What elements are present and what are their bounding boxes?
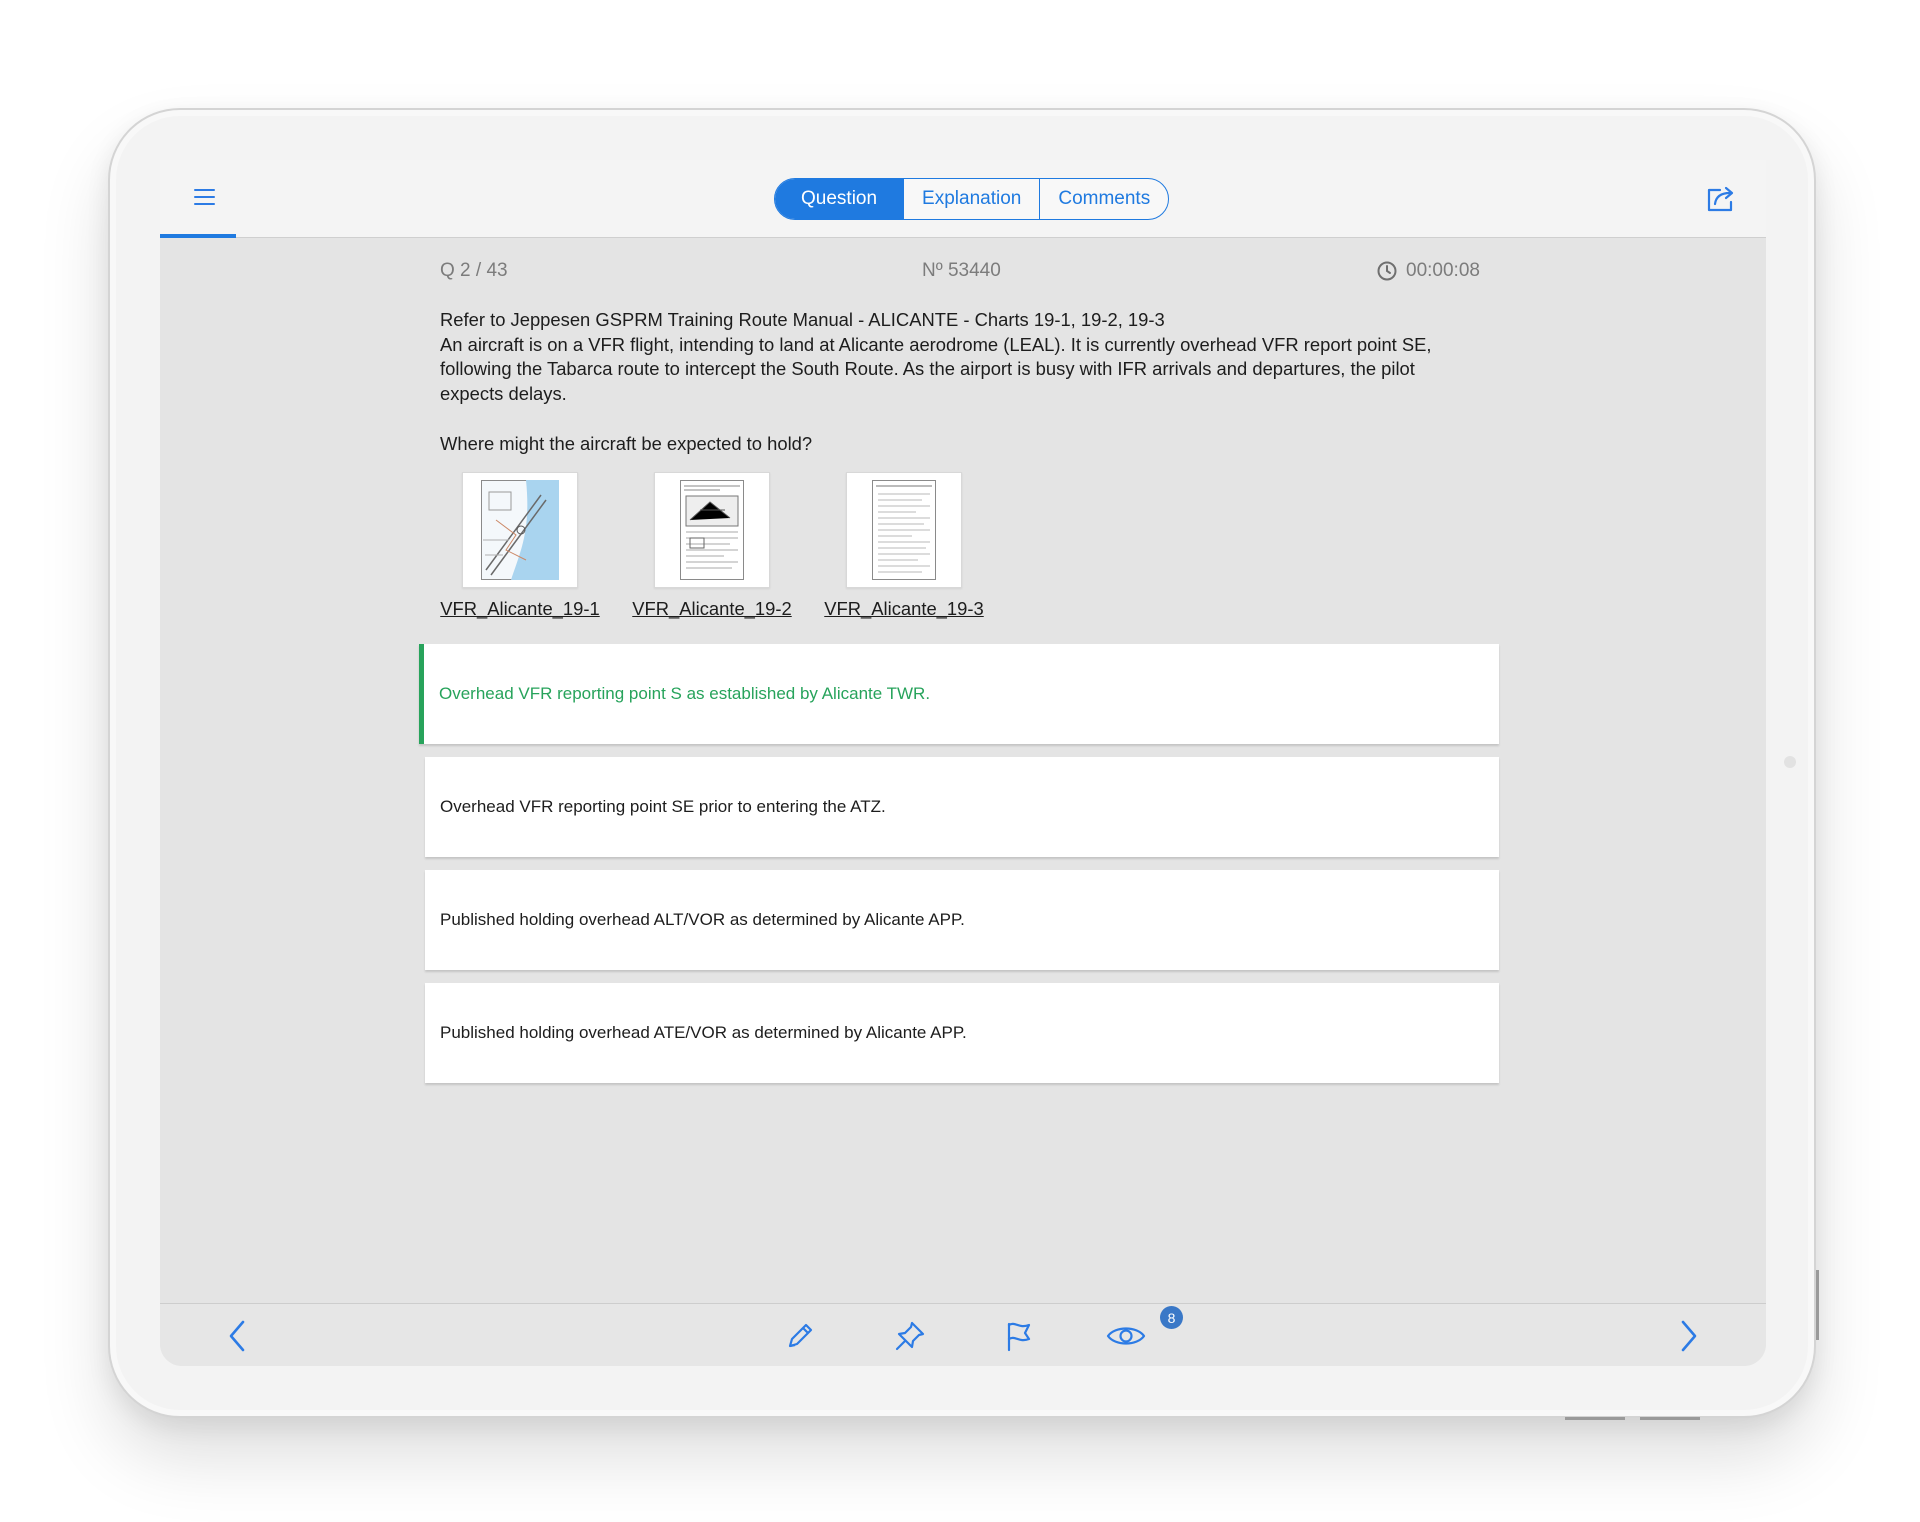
- view-tabs: Question Explanation Comments: [774, 178, 1170, 220]
- chart-attachments: VFR_Alicante_19-1 VFR_Alicante_19-2 VFR_…: [440, 472, 984, 620]
- chart-thumbnail[interactable]: [462, 472, 578, 588]
- question-scenario: An aircraft is on a VFR flight, intendin…: [440, 333, 1432, 404]
- answer-option[interactable]: Overhead VFR reporting point SE prior to…: [425, 757, 1499, 857]
- flag-icon[interactable]: [996, 1314, 1040, 1358]
- app-screen: Question Explanation Comments Q 2 / 43 N…: [160, 160, 1766, 1366]
- timer-value: 00:00:08: [1406, 260, 1480, 281]
- top-navigation-bar: Question Explanation Comments: [160, 160, 1766, 238]
- timer: 00:00:08: [1376, 260, 1480, 282]
- attachment-chart-19-2[interactable]: VFR_Alicante_19-2: [632, 472, 792, 620]
- clock-icon: [1377, 261, 1397, 281]
- question-position: Q 2 / 43: [440, 260, 508, 281]
- question-number: Nº 53440: [922, 260, 1001, 281]
- attachment-link[interactable]: VFR_Alicante_19-1: [440, 598, 599, 620]
- chart-thumbnail[interactable]: [846, 472, 962, 588]
- attachment-chart-19-1[interactable]: VFR_Alicante_19-1: [440, 472, 600, 620]
- question-prompt: Where might the aircraft be expected to …: [440, 433, 813, 454]
- chart-thumbnail[interactable]: [654, 472, 770, 588]
- chevron-left-icon[interactable]: [216, 1314, 260, 1358]
- tab-comments[interactable]: Comments: [1039, 179, 1168, 219]
- chevron-right-icon[interactable]: [1666, 1314, 1710, 1358]
- share-icon[interactable]: [1700, 178, 1740, 218]
- tab-explanation[interactable]: Explanation: [903, 179, 1039, 219]
- answer-list: Overhead VFR reporting point S as establ…: [419, 644, 1499, 1096]
- attachment-chart-19-3[interactable]: VFR_Alicante_19-3: [824, 472, 984, 620]
- bottom-toolbar: 8: [160, 1303, 1766, 1366]
- tablet-camera-dot: [1784, 756, 1796, 768]
- attachment-link[interactable]: VFR_Alicante_19-2: [632, 598, 791, 620]
- eye-icon[interactable]: [1104, 1314, 1148, 1358]
- attachment-link[interactable]: VFR_Alicante_19-3: [824, 598, 983, 620]
- answer-option-correct[interactable]: Overhead VFR reporting point S as establ…: [419, 644, 1499, 744]
- pin-icon[interactable]: [888, 1314, 932, 1358]
- answer-option[interactable]: Published holding overhead ATE/VOR as de…: [425, 983, 1499, 1083]
- pencil-icon[interactable]: [778, 1314, 822, 1358]
- hamburger-menu-icon[interactable]: [184, 178, 228, 218]
- tab-question[interactable]: Question: [775, 179, 904, 219]
- answer-option[interactable]: Published holding overhead ALT/VOR as de…: [425, 870, 1499, 970]
- tablet-bottom-edge: [1640, 1417, 1700, 1420]
- question-stem: Refer to Jeppesen GSPRM Training Route M…: [440, 308, 1480, 406]
- tablet-side-button: [1816, 1270, 1819, 1340]
- question-reference: Refer to Jeppesen GSPRM Training Route M…: [440, 309, 1165, 330]
- tablet-bottom-edge: [1565, 1417, 1625, 1420]
- menu-active-indicator: [160, 234, 236, 238]
- views-count-badge: 8: [1160, 1306, 1183, 1329]
